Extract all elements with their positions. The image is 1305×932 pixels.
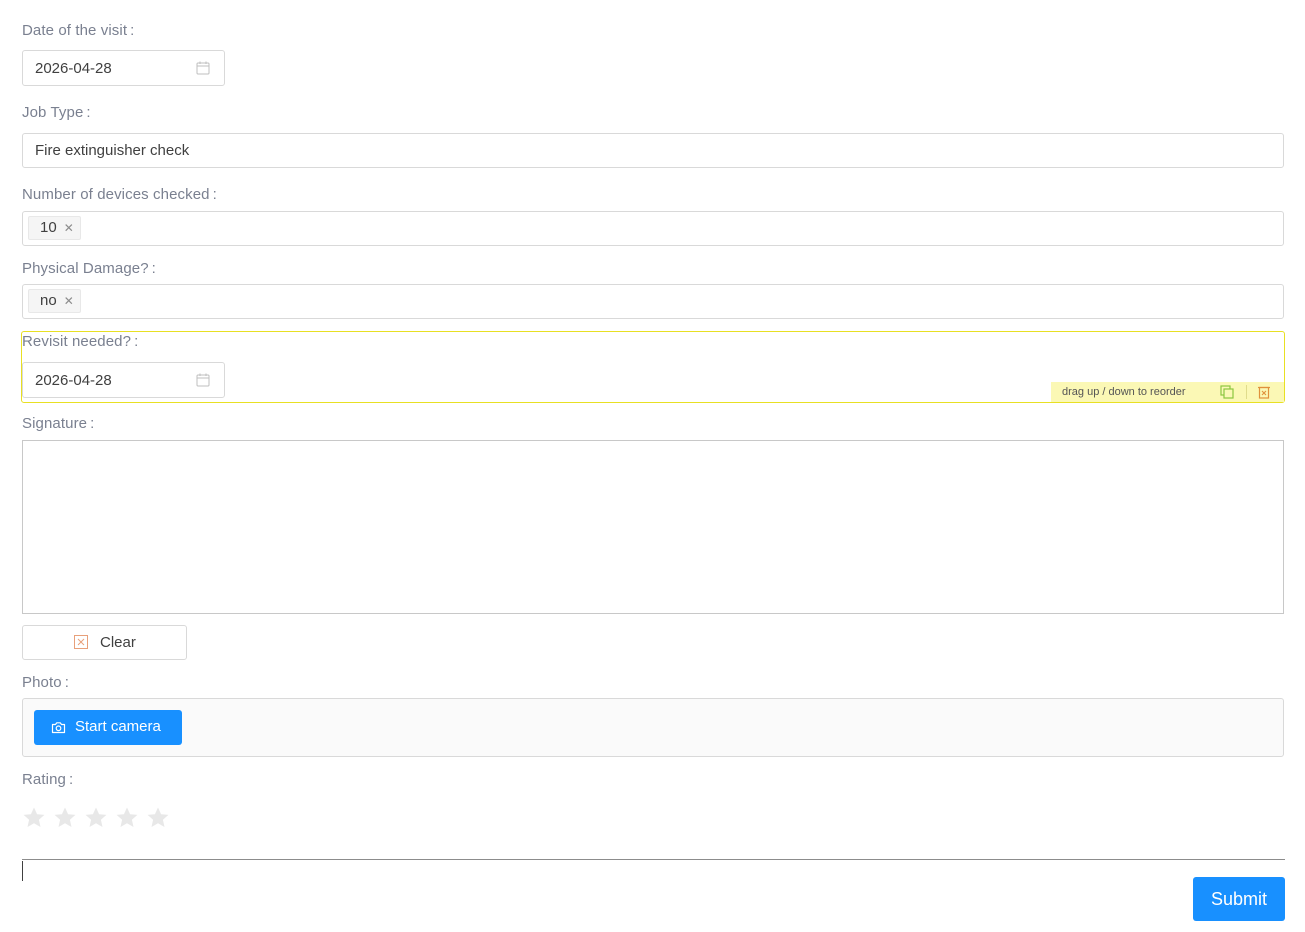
visit-date-value: 2026-04-28 <box>35 60 112 77</box>
devices-checked-tag-text: 10 <box>40 219 57 236</box>
job-type-label-text: Job Type <box>22 104 84 121</box>
label-colon: : <box>86 104 91 121</box>
start-camera-label: Start camera <box>75 718 161 735</box>
delete-icon[interactable] <box>1257 385 1271 399</box>
clear-button-label: Clear <box>100 634 136 651</box>
devices-checked-select[interactable]: 10 ✕ <box>22 211 1284 246</box>
submit-button[interactable]: Submit <box>1193 877 1285 921</box>
label-colon: : <box>130 22 135 39</box>
devices-checked-label: Number of devices checked: <box>22 186 217 203</box>
calendar-icon[interactable] <box>196 61 210 75</box>
label-colon: : <box>90 415 95 432</box>
label-colon: : <box>68 771 74 788</box>
label-colon: : <box>134 333 139 350</box>
star-icon[interactable] <box>53 806 77 830</box>
form-divider <box>22 859 1285 860</box>
job-type-label: Job Type: <box>22 104 91 121</box>
physical-damage-tag-text: no <box>40 292 57 309</box>
clear-icon <box>74 635 88 649</box>
revisit-label: Revisit needed?: <box>22 333 138 350</box>
bar-separator <box>1246 385 1247 399</box>
rating-label: Rating: <box>22 771 73 788</box>
job-type-input[interactable]: Fire extinguisher check <box>22 133 1284 168</box>
clear-signature-button[interactable]: Clear <box>22 625 187 660</box>
reorder-hint: drag up / down to reorder <box>1062 386 1186 398</box>
physical-damage-tag: no ✕ <box>28 289 81 313</box>
close-icon[interactable]: ✕ <box>64 290 74 312</box>
rating-stars[interactable] <box>22 806 177 830</box>
star-icon[interactable] <box>146 806 170 830</box>
devices-checked-tag: 10 ✕ <box>28 216 81 240</box>
photo-label-text: Photo <box>22 674 62 691</box>
job-type-value: Fire extinguisher check <box>35 142 190 159</box>
revisit-date-input[interactable]: 2026-04-28 <box>22 362 225 398</box>
signature-pad[interactable] <box>22 440 1284 614</box>
close-icon[interactable]: ✕ <box>64 217 74 239</box>
visit-date-label-text: Date of the visit <box>22 22 128 39</box>
label-colon: : <box>151 260 156 277</box>
revisit-date-value: 2026-04-28 <box>35 372 112 389</box>
text-caret <box>22 861 23 881</box>
reorder-bar[interactable]: drag up / down to reorder <box>1051 382 1284 402</box>
photo-area: Start camera <box>22 698 1284 757</box>
photo-label: Photo: <box>22 674 69 691</box>
visit-date-input[interactable]: 2026-04-28 <box>22 50 225 86</box>
visit-date-label: Date of the visit: <box>22 22 134 39</box>
copy-icon[interactable] <box>1220 385 1234 399</box>
physical-damage-label: Physical Damage?: <box>22 260 156 277</box>
label-colon: : <box>64 674 69 691</box>
calendar-icon[interactable] <box>196 373 210 387</box>
physical-damage-label-text: Physical Damage? <box>22 260 149 277</box>
start-camera-button[interactable]: Start camera <box>34 710 182 745</box>
label-colon: : <box>212 186 217 203</box>
signature-label-text: Signature <box>22 415 88 432</box>
camera-icon <box>51 722 66 734</box>
star-icon[interactable] <box>115 806 139 830</box>
signature-label: Signature: <box>22 415 94 432</box>
revisit-label-text: Revisit needed? <box>22 333 132 350</box>
star-icon[interactable] <box>22 806 46 830</box>
star-icon[interactable] <box>84 806 108 830</box>
rating-label-text: Rating <box>22 771 66 788</box>
physical-damage-select[interactable]: no ✕ <box>22 284 1284 319</box>
devices-checked-label-text: Number of devices checked <box>22 186 210 203</box>
